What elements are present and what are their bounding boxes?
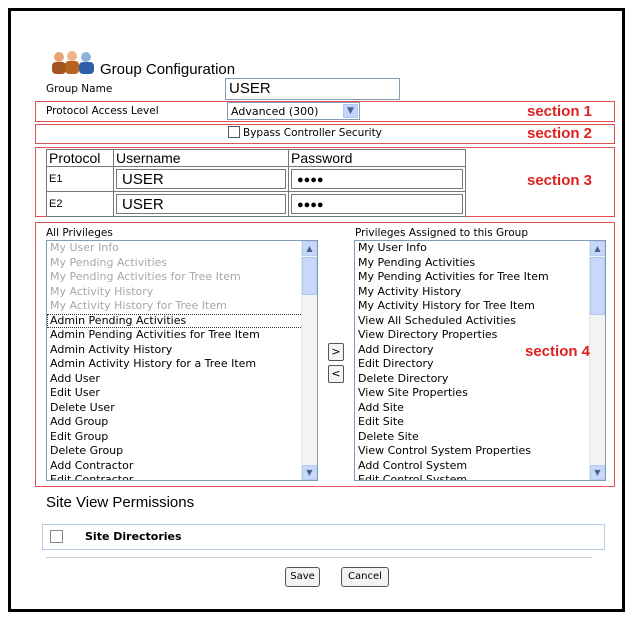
list-item[interactable]: Add Group [47, 415, 317, 430]
list-item[interactable]: My User Info [355, 241, 605, 256]
list-item[interactable]: Delete User [47, 401, 317, 416]
bypass-checkbox[interactable] [228, 126, 240, 138]
list-item[interactable]: Add Site [355, 401, 605, 416]
list-item[interactable]: View Directory Properties [355, 328, 605, 343]
list-item: My Pending Activities for Tree Item [50, 270, 241, 283]
list-item[interactable]: My Activity History for Tree Item [355, 299, 605, 314]
site-view-title: Site View Permissions [46, 494, 195, 511]
site-directories-row: Site Directories [42, 524, 605, 550]
chevron-down-icon[interactable]: ▼ [343, 104, 358, 118]
list-item: My Activity History [50, 284, 154, 298]
group-name-label: Group Name [46, 83, 113, 95]
username-input-e1[interactable]: USER [116, 169, 286, 189]
list-item[interactable]: Admin Pending Activities for Tree Item [47, 328, 317, 343]
site-directories-checkbox[interactable] [50, 530, 63, 543]
site-directories-label: Site Directories [85, 530, 182, 543]
password-input-e2[interactable]: ●●●● [291, 194, 463, 214]
save-button[interactable]: Save [285, 567, 320, 587]
list-item[interactable]: View Site Properties [355, 386, 605, 401]
bypass-label: Bypass Controller Security [243, 127, 382, 139]
list-item[interactable]: Delete Directory [355, 372, 605, 387]
list-item[interactable]: Edit Contractor [47, 473, 317, 480]
section-4-label: section 4 [525, 343, 591, 360]
list-item[interactable]: Admin Activity History [47, 343, 317, 358]
scroll-thumb[interactable] [590, 257, 605, 315]
username-input-e2[interactable]: USER [116, 194, 286, 214]
add-privilege-button[interactable]: > [328, 343, 344, 361]
section-2-label: section 2 [527, 125, 593, 142]
list-item[interactable]: My Activity History [355, 285, 605, 300]
list-item[interactable]: My Pending Activities [355, 256, 605, 271]
protocol-access-select[interactable]: Advanced (300) ▼ [227, 102, 360, 120]
list-item: My User Info [50, 241, 119, 254]
cancel-button[interactable]: Cancel [341, 567, 389, 587]
section-3-label: section 3 [527, 172, 593, 189]
username-header: Username [113, 149, 289, 167]
list-item[interactable]: Delete Site [355, 430, 605, 445]
assigned-privileges-label: Privileges Assigned to this Group [355, 227, 528, 239]
protocol-header: Protocol [46, 149, 114, 167]
scroll-thumb[interactable] [302, 257, 317, 295]
list-item[interactable]: Edit Group [47, 430, 317, 445]
all-privileges-list[interactable]: My User Info My Pending Activities My Pe… [46, 240, 318, 481]
list-item[interactable]: Add Contractor [47, 459, 317, 474]
list-item[interactable]: Admin Activity History for a Tree Item [47, 357, 317, 372]
list-item[interactable]: Delete Group [47, 444, 317, 459]
scroll-down-icon[interactable]: ▼ [302, 465, 317, 480]
list-item[interactable]: Add Control System [355, 459, 605, 474]
credentials-table: Protocol Username Password E1 USER ●●●● … [46, 149, 466, 217]
protocol-cell: E1 [46, 166, 114, 192]
protocol-access-label: Protocol Access Level [46, 105, 159, 117]
list-item[interactable]: Edit User [47, 386, 317, 401]
scroll-down-icon[interactable]: ▼ [590, 465, 605, 480]
protocol-access-value: Advanced (300) [231, 105, 319, 118]
scroll-up-icon[interactable]: ▲ [590, 241, 605, 256]
list-item[interactable]: My Pending Activities for Tree Item [355, 270, 605, 285]
list-item[interactable]: Add User [47, 372, 317, 387]
password-header: Password [288, 149, 466, 167]
list-item[interactable]: Admin Pending Activities [47, 313, 317, 328]
list-item[interactable]: Edit Control System [355, 473, 605, 480]
all-privileges-label: All Privileges [46, 227, 113, 239]
scroll-up-icon[interactable]: ▲ [302, 241, 317, 256]
protocol-cell: E2 [46, 191, 114, 217]
section-1-label: section 1 [527, 103, 593, 120]
assigned-privileges-scrollbar[interactable]: ▲ ▼ [589, 241, 605, 480]
assigned-privileges-list[interactable]: My User Info My Pending Activities My Pe… [354, 240, 606, 481]
list-item: My Pending Activities [50, 255, 168, 269]
list-item[interactable]: Edit Site [355, 415, 605, 430]
page-title: Group Configuration [100, 61, 236, 78]
remove-privilege-button[interactable]: < [328, 365, 344, 383]
group-name-input[interactable]: USER [225, 78, 400, 100]
group-users-icon [52, 51, 94, 74]
list-item[interactable]: View All Scheduled Activities [355, 314, 605, 329]
password-input-e1[interactable]: ●●●● [291, 169, 463, 189]
list-item: My Activity History for Tree Item [50, 299, 227, 312]
list-item[interactable]: View Control System Properties [355, 444, 605, 459]
all-privileges-scrollbar[interactable]: ▲ ▼ [301, 241, 317, 480]
divider [46, 557, 592, 558]
